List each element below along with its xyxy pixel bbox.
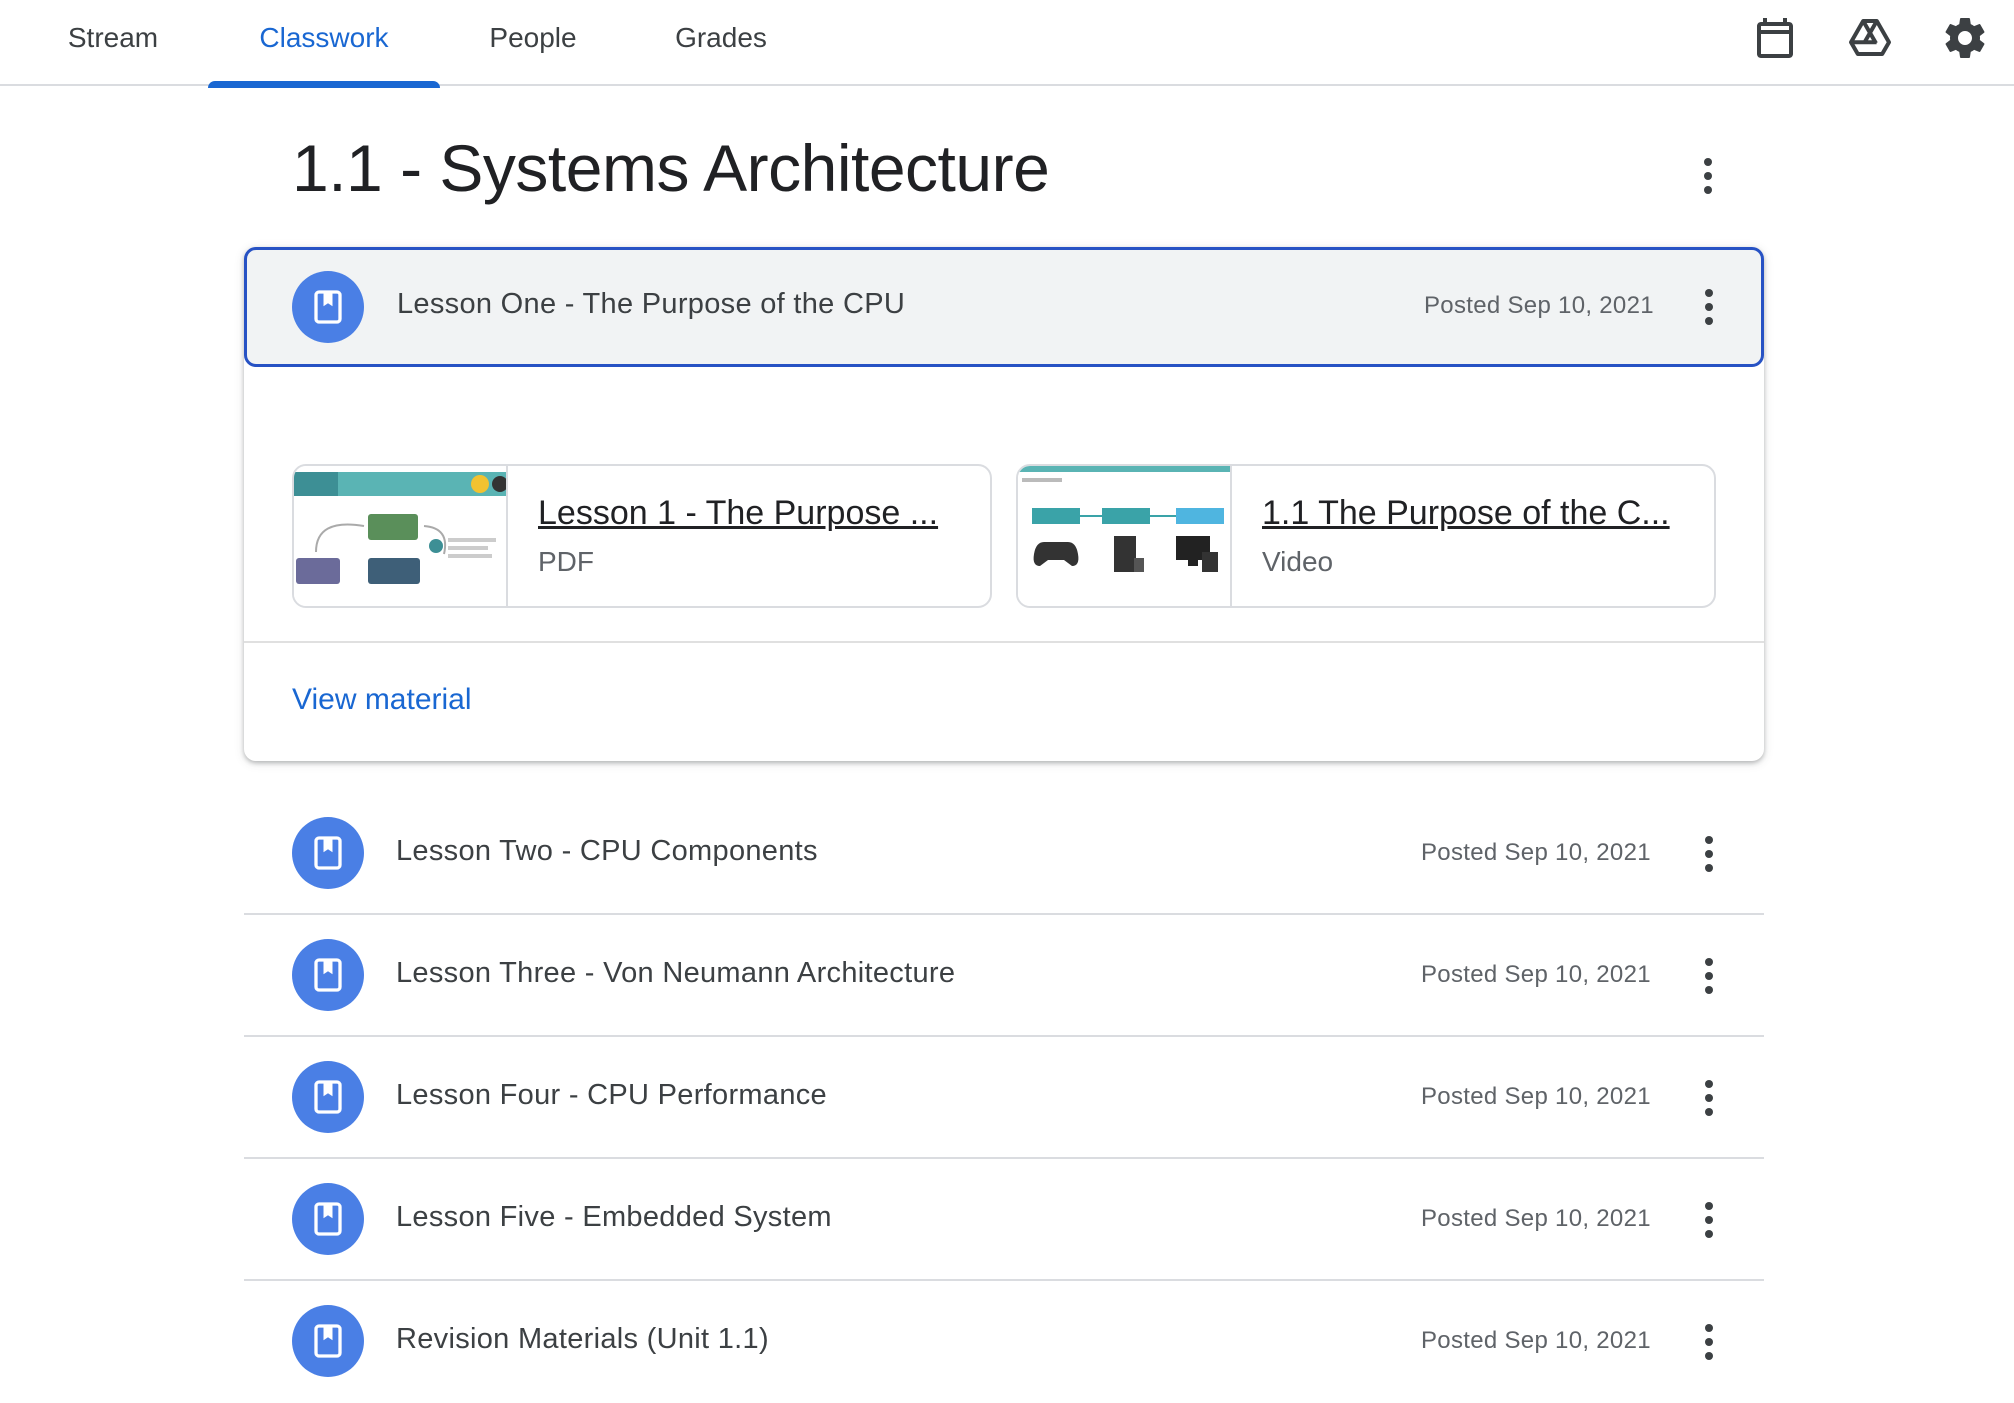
tab-label: Classwork (259, 22, 389, 53)
posted-date: Posted Sep 10, 2021 (1421, 961, 1651, 988)
top-navigation-bar: Stream Classwork People Grades (0, 0, 2014, 88)
tab-label: Stream (67, 22, 159, 53)
attachment-pdf[interactable]: Lesson 1 - The Purpose ... PDF (292, 464, 992, 608)
material-row-lesson-five[interactable]: Lesson Five - Embedded System Posted Sep… (244, 1159, 1764, 1281)
material-row-revision-materials[interactable]: Revision Materials (Unit 1.1) Posted Sep… (244, 1281, 1764, 1403)
material-book-icon (292, 1061, 364, 1133)
video-thumbnail (1018, 466, 1232, 606)
material-row-lesson-two[interactable]: Lesson Two - CPU Components Posted Sep 1… (244, 793, 1764, 915)
material-title: Revision Materials (Unit 1.1) (396, 1323, 769, 1355)
material-more-options-icon[interactable] (1689, 948, 1729, 1004)
active-tab-indicator (208, 81, 440, 88)
material-book-icon (292, 939, 364, 1011)
tab-label: People (489, 22, 577, 53)
posted-date: Posted Sep 10, 2021 (1421, 1327, 1651, 1354)
calendar-icon[interactable] (1751, 14, 1799, 62)
material-more-options-icon[interactable] (1689, 1070, 1729, 1126)
view-material-link[interactable]: View material (292, 683, 472, 717)
card-divider (244, 641, 1764, 643)
tab-stream[interactable]: Stream (62, 0, 164, 86)
attachment-video[interactable]: 1.1 The Purpose of the C... Video (1016, 464, 1716, 608)
expanded-material-card: Lesson One - The Purpose of the CPU Post… (244, 247, 1764, 761)
material-more-options-icon[interactable] (1689, 826, 1729, 882)
pdf-thumbnail (294, 466, 508, 606)
posted-date: Posted Sep 10, 2021 (1421, 1083, 1651, 1110)
material-title: Lesson Four - CPU Performance (396, 1079, 827, 1111)
attachment-title[interactable]: Lesson 1 - The Purpose ... (538, 494, 958, 533)
attachment-type: PDF (538, 546, 594, 577)
tab-grades[interactable]: Grades (668, 0, 774, 86)
material-row-lesson-three[interactable]: Lesson Three - Von Neumann Architecture … (244, 915, 1764, 1037)
attachment-type: Video (1262, 546, 1334, 577)
topic-title: 1.1 - Systems Architecture (292, 131, 1050, 205)
posted-date: Posted Sep 10, 2021 (1421, 1205, 1651, 1232)
material-title: Lesson Three - Von Neumann Architecture (396, 957, 956, 989)
material-title: Lesson One - The Purpose of the CPU (397, 288, 906, 320)
material-book-icon (292, 1183, 364, 1255)
material-header-lesson-one[interactable]: Lesson One - The Purpose of the CPU Post… (244, 247, 1764, 367)
settings-gear-icon[interactable] (1941, 14, 1989, 62)
attachment-title[interactable]: 1.1 The Purpose of the C... (1262, 494, 1682, 533)
material-title: Lesson Five - Embedded System (396, 1201, 832, 1233)
tab-classwork[interactable]: Classwork (208, 0, 440, 88)
google-drive-icon[interactable] (1846, 14, 1894, 62)
material-book-icon (292, 271, 364, 343)
material-title: Lesson Two - CPU Components (396, 835, 818, 867)
material-more-options-icon[interactable] (1689, 1314, 1729, 1370)
tab-people[interactable]: People (482, 0, 584, 86)
topic-more-options-icon[interactable] (1688, 148, 1728, 204)
material-more-options-icon[interactable] (1689, 279, 1729, 335)
material-book-icon (292, 817, 364, 889)
posted-date: Posted Sep 10, 2021 (1424, 292, 1654, 319)
posted-date: Posted Sep 10, 2021 (1421, 839, 1651, 866)
tab-label: Grades (675, 22, 767, 53)
material-more-options-icon[interactable] (1689, 1192, 1729, 1248)
material-book-icon (292, 1305, 364, 1377)
material-row-lesson-four[interactable]: Lesson Four - CPU Performance Posted Sep… (244, 1037, 1764, 1159)
